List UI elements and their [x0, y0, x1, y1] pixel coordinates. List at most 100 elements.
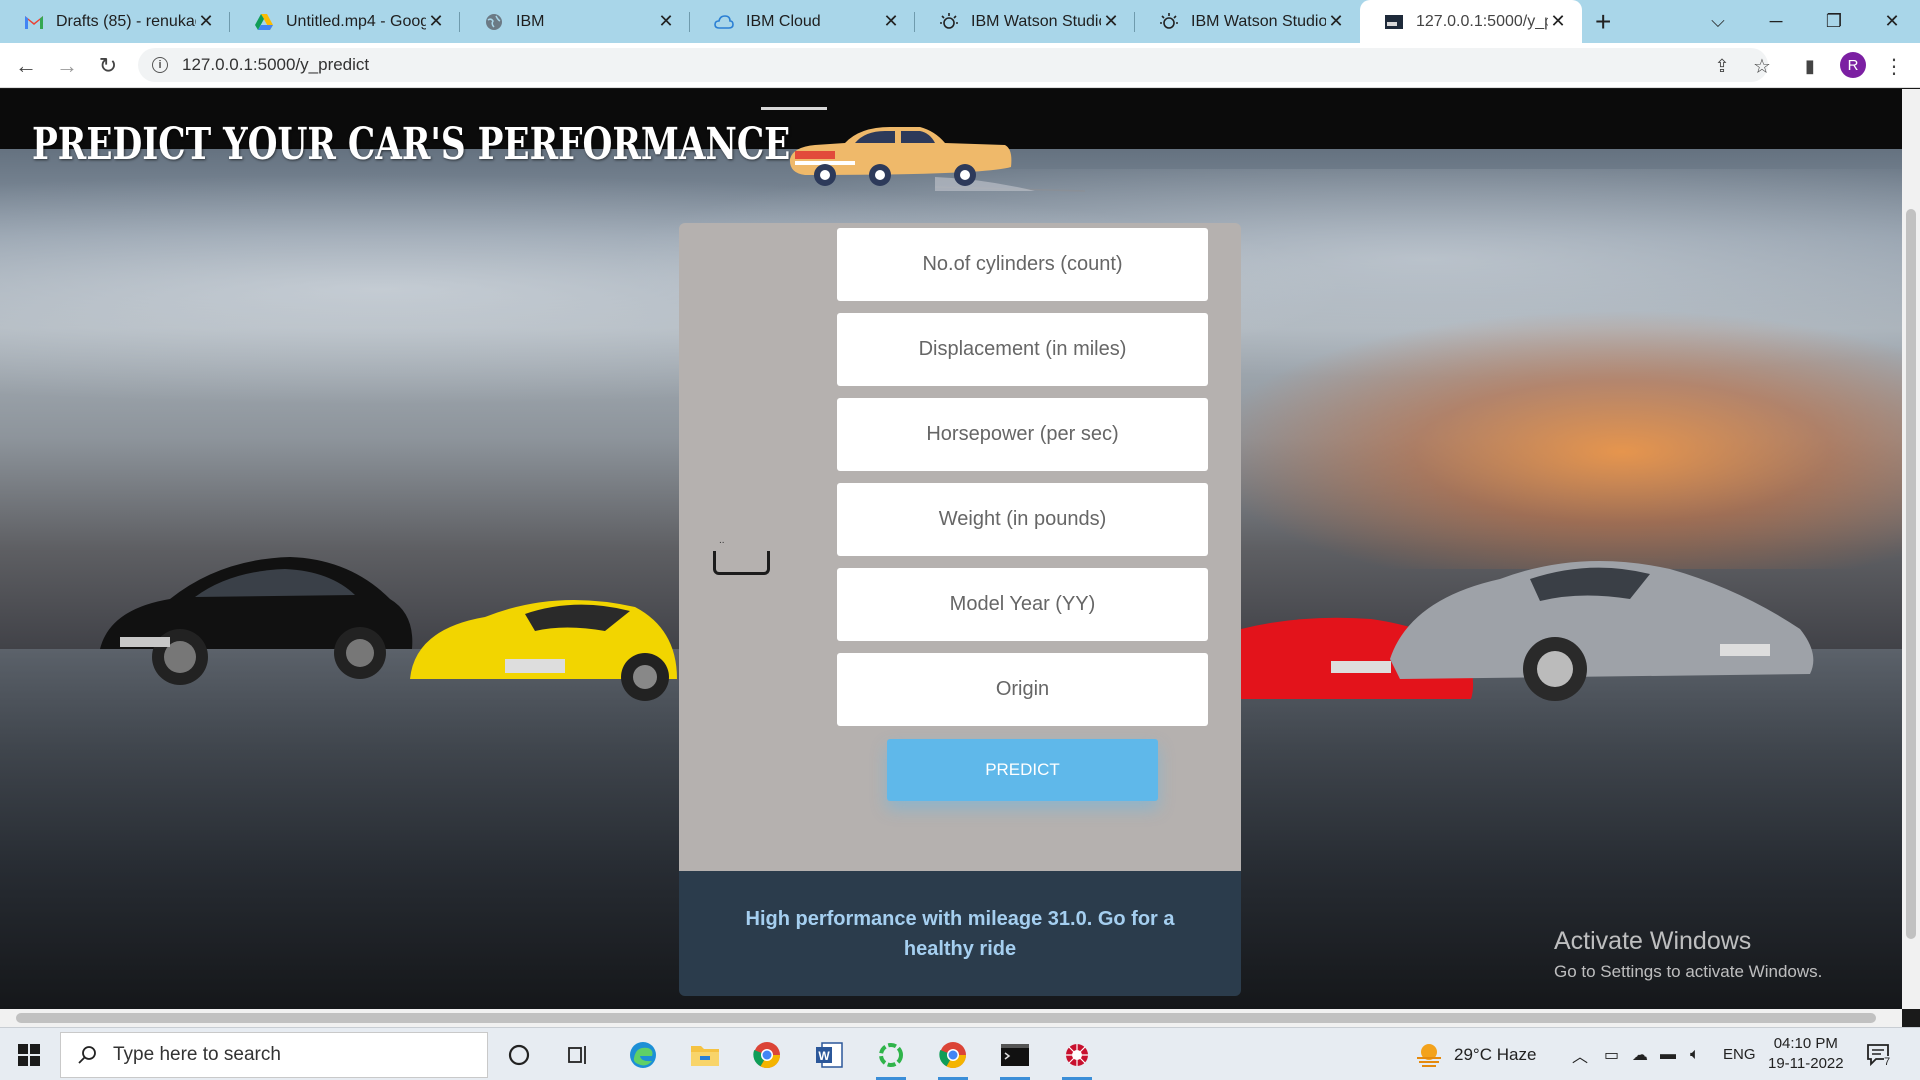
watson-icon	[1159, 12, 1179, 32]
restore-icon[interactable]: ❐	[1806, 0, 1862, 43]
page-icon	[1384, 12, 1404, 32]
prediction-result-panel: High performance with mileage 31.0. Go f…	[679, 871, 1241, 996]
bookmark-star-icon[interactable]: ☆	[1748, 52, 1776, 80]
search-placeholder: Type here to search	[113, 1044, 281, 1065]
watermark-title: Activate Windows	[1554, 927, 1752, 955]
loader-icon	[713, 551, 770, 575]
model-year-input[interactable]	[837, 568, 1208, 641]
close-icon[interactable]: ✕	[426, 11, 446, 32]
language-indicator[interactable]: ENG	[1723, 1028, 1756, 1080]
prediction-result-text: High performance with mileage 31.0. Go f…	[745, 907, 1175, 960]
watson-icon	[939, 12, 959, 32]
chrome-active-icon[interactable]	[934, 1036, 972, 1080]
car-logo-icon	[789, 127, 1085, 192]
show-hidden-icons-chevron-icon[interactable]: ︿	[1572, 1028, 1588, 1080]
tab-active-predict[interactable]: 127.0.0.1:5000/y_pred ✕	[1360, 0, 1582, 43]
tab-watson-studio-2[interactable]: IBM Watson Studio ✕	[1135, 0, 1360, 43]
clock-time: 04:10 PM	[1773, 1035, 1838, 1052]
horizontal-scroll-thumb[interactable]	[16, 1013, 1876, 1023]
url-text: 127.0.0.1:5000/y_predict	[182, 55, 370, 74]
task-view-icon[interactable]	[560, 1036, 598, 1074]
vertical-scroll-thumb[interactable]	[1906, 209, 1916, 939]
tab-ibm[interactable]: IBM ✕	[460, 0, 690, 43]
cylinders-input[interactable]	[837, 228, 1208, 301]
origin-input[interactable]	[837, 653, 1208, 726]
weather-widget[interactable]: 29°C Haze	[1414, 1028, 1536, 1080]
tab-google-drive[interactable]: Untitled.mp4 - Googl ✕	[230, 0, 460, 43]
share-icon[interactable]: ⇪	[1708, 52, 1736, 80]
file-explorer-icon[interactable]	[686, 1036, 724, 1074]
tab-watson-studio-1[interactable]: IBM Watson Studio ✕	[915, 0, 1135, 43]
close-icon[interactable]: ✕	[656, 11, 676, 32]
window-close-icon[interactable]: ✕	[1864, 0, 1920, 43]
activate-windows-watermark: Activate Windows Go to Settings to activ…	[1554, 927, 1822, 982]
battery-icon[interactable]: ▬	[1660, 1028, 1676, 1080]
page-viewport: PREDICT YOUR CAR'S PERFORMANCE .. PREDIC…	[0, 89, 1902, 1009]
site-info-icon[interactable]: i	[152, 57, 168, 73]
tab-title: IBM	[516, 12, 545, 30]
watermark-subtitle: Go to Settings to activate Windows.	[1554, 962, 1823, 981]
tab-title: IBM Watson Studio	[1191, 12, 1326, 30]
profile-avatar[interactable]: R	[1840, 52, 1866, 78]
tab-search-chevron-icon[interactable]: ⌵	[1690, 0, 1746, 43]
prediction-form-card: .. PREDICT	[679, 223, 1241, 874]
side-panel-icon[interactable]: ▮	[1796, 52, 1824, 80]
weather-text: 29°C Haze	[1454, 1044, 1537, 1064]
displacement-input[interactable]	[837, 313, 1208, 386]
volume-icon[interactable]: 🔈︎	[1690, 1028, 1700, 1080]
black-sports-car-image	[100, 557, 413, 685]
vertical-scrollbar[interactable]	[1902, 89, 1920, 1009]
loader-dots: ..	[719, 535, 725, 546]
windows-taskbar: Type here to search W 29°C Haze ︿ ▭ ☁ ▬ …	[0, 1027, 1920, 1080]
horsepower-input[interactable]	[837, 398, 1208, 471]
horizontal-scrollbar[interactable]	[0, 1009, 1902, 1027]
network-icon[interactable]: ☁	[1632, 1028, 1648, 1080]
terminal-icon[interactable]	[996, 1036, 1034, 1080]
minimize-icon[interactable]: ─	[1748, 0, 1804, 43]
tab-title: IBM Cloud	[746, 12, 821, 30]
cloud-icon	[714, 12, 734, 32]
edge-icon[interactable]	[624, 1036, 662, 1074]
globe-icon	[484, 12, 504, 32]
windows-start-icon[interactable]	[10, 1036, 48, 1074]
close-icon[interactable]: ✕	[1326, 11, 1346, 32]
progress-ring-app-icon[interactable]	[872, 1036, 910, 1080]
yellow-sports-car-image	[410, 599, 677, 701]
search-icon	[78, 1046, 96, 1064]
tab-title: IBM Watson Studio	[971, 12, 1101, 30]
meet-now-icon[interactable]: ▭	[1604, 1028, 1619, 1080]
tab-title: Untitled.mp4 - Googl	[286, 12, 426, 30]
close-icon[interactable]: ✕	[196, 11, 216, 32]
back-arrow-icon[interactable]: ←	[12, 52, 40, 80]
gmail-icon	[24, 12, 44, 32]
page-title: PREDICT YOUR CAR'S PERFORMANCE	[32, 119, 791, 170]
predict-button[interactable]: PREDICT	[887, 739, 1158, 801]
browser-toolbar: ← → ↻ i 127.0.0.1:5000/y_predict ⇪ ☆ ▮ ⋮	[0, 43, 1920, 88]
svg-text:W: W	[818, 1049, 830, 1063]
header-divider	[761, 107, 827, 110]
chrome-icon[interactable]	[748, 1036, 786, 1074]
word-icon[interactable]: W	[810, 1036, 848, 1074]
tab-ibm-cloud[interactable]: IBM Cloud ✕	[690, 0, 915, 43]
close-icon[interactable]: ✕	[881, 11, 901, 32]
forward-arrow-icon[interactable]: →	[53, 52, 81, 80]
close-icon[interactable]: ✕	[1101, 11, 1121, 32]
cortana-icon[interactable]	[500, 1036, 538, 1074]
weight-input[interactable]	[837, 483, 1208, 556]
address-bar[interactable]: i 127.0.0.1:5000/y_predict	[138, 48, 1768, 82]
notification-count: 7	[1884, 1055, 1891, 1068]
browser-tab-strip: Drafts (85) - renukaga ✕ Untitled.mp4 - …	[0, 0, 1920, 43]
notification-center-icon[interactable]: 7	[1866, 1028, 1891, 1080]
reload-icon[interactable]: ↻	[94, 52, 122, 80]
anaconda-icon[interactable]	[1058, 1036, 1096, 1080]
menu-kebab-icon[interactable]: ⋮	[1880, 52, 1908, 80]
close-icon[interactable]: ✕	[1548, 11, 1568, 32]
silver-sports-car-image	[1390, 561, 1814, 701]
clock-date: 19-11-2022	[1768, 1055, 1844, 1072]
google-drive-icon	[254, 12, 274, 32]
system-clock[interactable]: 04:10 PM 19-11-2022	[1768, 1034, 1844, 1074]
tab-gmail[interactable]: Drafts (85) - renukaga ✕	[0, 0, 230, 43]
tab-title: Drafts (85) - renukaga	[56, 12, 196, 30]
new-tab-button[interactable]: +	[1595, 6, 1611, 38]
taskbar-search[interactable]: Type here to search	[60, 1032, 488, 1078]
